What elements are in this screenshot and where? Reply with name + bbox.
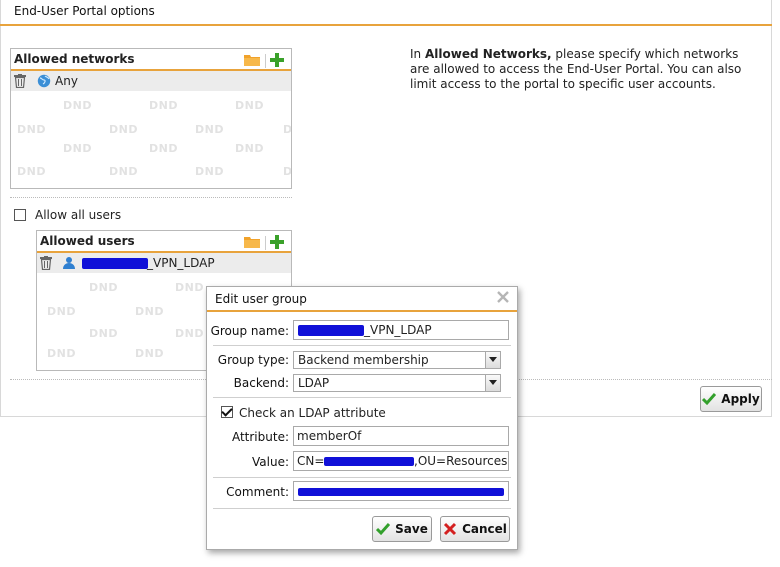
help-bold: Allowed Networks, [424, 47, 552, 61]
attribute-input[interactable]: memberOf [293, 426, 509, 446]
value-label: Value: [252, 455, 289, 469]
dnd-watermark: DND [47, 347, 76, 360]
group-name-input[interactable]: _VPN_LDAP [293, 320, 509, 340]
trash-icon[interactable] [40, 256, 52, 270]
allowed-users-title: Allowed users [40, 234, 135, 248]
check-icon [702, 392, 717, 406]
add-user-plus-icon[interactable] [270, 235, 284, 249]
globe-icon [37, 74, 51, 88]
header-separator [265, 236, 266, 250]
comment-label: Comment: [226, 485, 289, 499]
dnd-watermark: DND [109, 123, 138, 136]
dnd-watermark: DND [149, 142, 178, 155]
dnd-watermark: DND [195, 123, 224, 136]
dnd-watermark: DND [109, 165, 138, 178]
allow-all-users-label: Allow all users [35, 208, 122, 222]
redaction-mark [324, 457, 414, 466]
cancel-label: Cancel [462, 522, 507, 536]
dnd-watermark: DND [17, 165, 46, 178]
dnd-watermark: DND [17, 123, 46, 136]
help-text: In Allowed Networks, please specify whic… [410, 47, 742, 91]
dialog-title-rule [207, 310, 517, 312]
redaction-mark [82, 258, 148, 269]
dialog-divider [213, 397, 511, 398]
group-name-value: _VPN_LDAP [364, 323, 432, 337]
dialog-divider [213, 345, 511, 346]
comment-input[interactable] [293, 481, 509, 501]
dnd-watermark: DND [283, 165, 292, 178]
dnd-watermark: DND [63, 99, 92, 112]
backend-label: Backend: [233, 376, 289, 390]
apply-label: Apply [721, 392, 760, 406]
check-ldap-attribute-checkbox[interactable] [221, 406, 233, 418]
check-icon [376, 522, 391, 536]
close-x-icon [443, 522, 457, 536]
dialog-divider [213, 508, 511, 509]
redaction-mark [298, 325, 364, 336]
dialog-title: Edit user group [215, 292, 307, 306]
dnd-watermark: DND [175, 281, 204, 294]
dnd-watermark: DND [235, 142, 264, 155]
attribute-value: memberOf [297, 429, 362, 443]
dnd-watermark: DND [63, 142, 92, 155]
network-label: Any [55, 74, 78, 88]
redaction-mark [298, 488, 504, 496]
check-ldap-attribute-label: Check an LDAP attribute [239, 406, 386, 420]
backend-select[interactable]: LDAP [293, 374, 501, 392]
dnd-watermark: DND [89, 327, 118, 340]
backend-value: LDAP [298, 376, 330, 390]
group-name-label: Group name: [210, 324, 289, 338]
folder-icon[interactable] [244, 236, 260, 248]
dialog-divider [213, 477, 511, 478]
group-type-value: Backend membership [298, 353, 429, 367]
dnd-watermark: DND [235, 99, 264, 112]
dnd-watermark: DND [283, 123, 292, 136]
section-divider [10, 197, 292, 198]
save-label: Save [395, 522, 428, 536]
allowed-networks-title: Allowed networks [14, 52, 135, 66]
header-separator [265, 54, 266, 68]
dnd-watermark: DND [47, 305, 76, 318]
dnd-watermark: DND [175, 327, 204, 340]
value-suffix: ,OU=Resources, [414, 454, 509, 468]
user-row[interactable]: _VPN_LDAP [37, 253, 291, 273]
cancel-button[interactable]: Cancel [440, 516, 510, 542]
edit-user-group-dialog: Edit user group Group name: _VPN_LDAP Gr… [206, 286, 518, 550]
dnd-watermark: DND [149, 99, 178, 112]
allowed-users-header: Allowed users [37, 231, 291, 253]
attribute-label: Attribute: [231, 430, 289, 444]
dnd-watermark: DND [135, 347, 164, 360]
value-prefix: CN= [297, 454, 325, 468]
group-type-select[interactable]: Backend membership [293, 351, 501, 369]
allowed-networks-header: Allowed networks [11, 49, 291, 71]
chevron-down-icon[interactable] [485, 375, 500, 391]
dnd-watermark: DND [195, 165, 224, 178]
user-group-icon [63, 256, 77, 270]
save-button[interactable]: Save [372, 516, 432, 542]
trash-icon[interactable] [14, 74, 26, 88]
value-input[interactable]: CN= ,OU=Resources, [293, 451, 509, 471]
chevron-down-icon[interactable] [485, 352, 500, 368]
panel-title: End-User Portal options [14, 4, 155, 18]
allow-all-users-checkbox[interactable] [14, 209, 26, 221]
network-row-any[interactable]: Any [11, 71, 291, 91]
panel-title-rule [0, 24, 772, 26]
apply-button[interactable]: Apply [700, 386, 762, 412]
allowed-networks-box: Allowed networks Any DND DND DND DND DND… [10, 48, 292, 189]
user-group-label: _VPN_LDAP [147, 256, 215, 270]
dnd-watermark: DND [135, 305, 164, 318]
folder-icon[interactable] [244, 54, 260, 66]
group-type-label: Group type: [217, 353, 289, 367]
close-icon[interactable] [497, 291, 509, 303]
dnd-watermark: DND [89, 281, 118, 294]
add-network-plus-icon[interactable] [270, 53, 284, 67]
